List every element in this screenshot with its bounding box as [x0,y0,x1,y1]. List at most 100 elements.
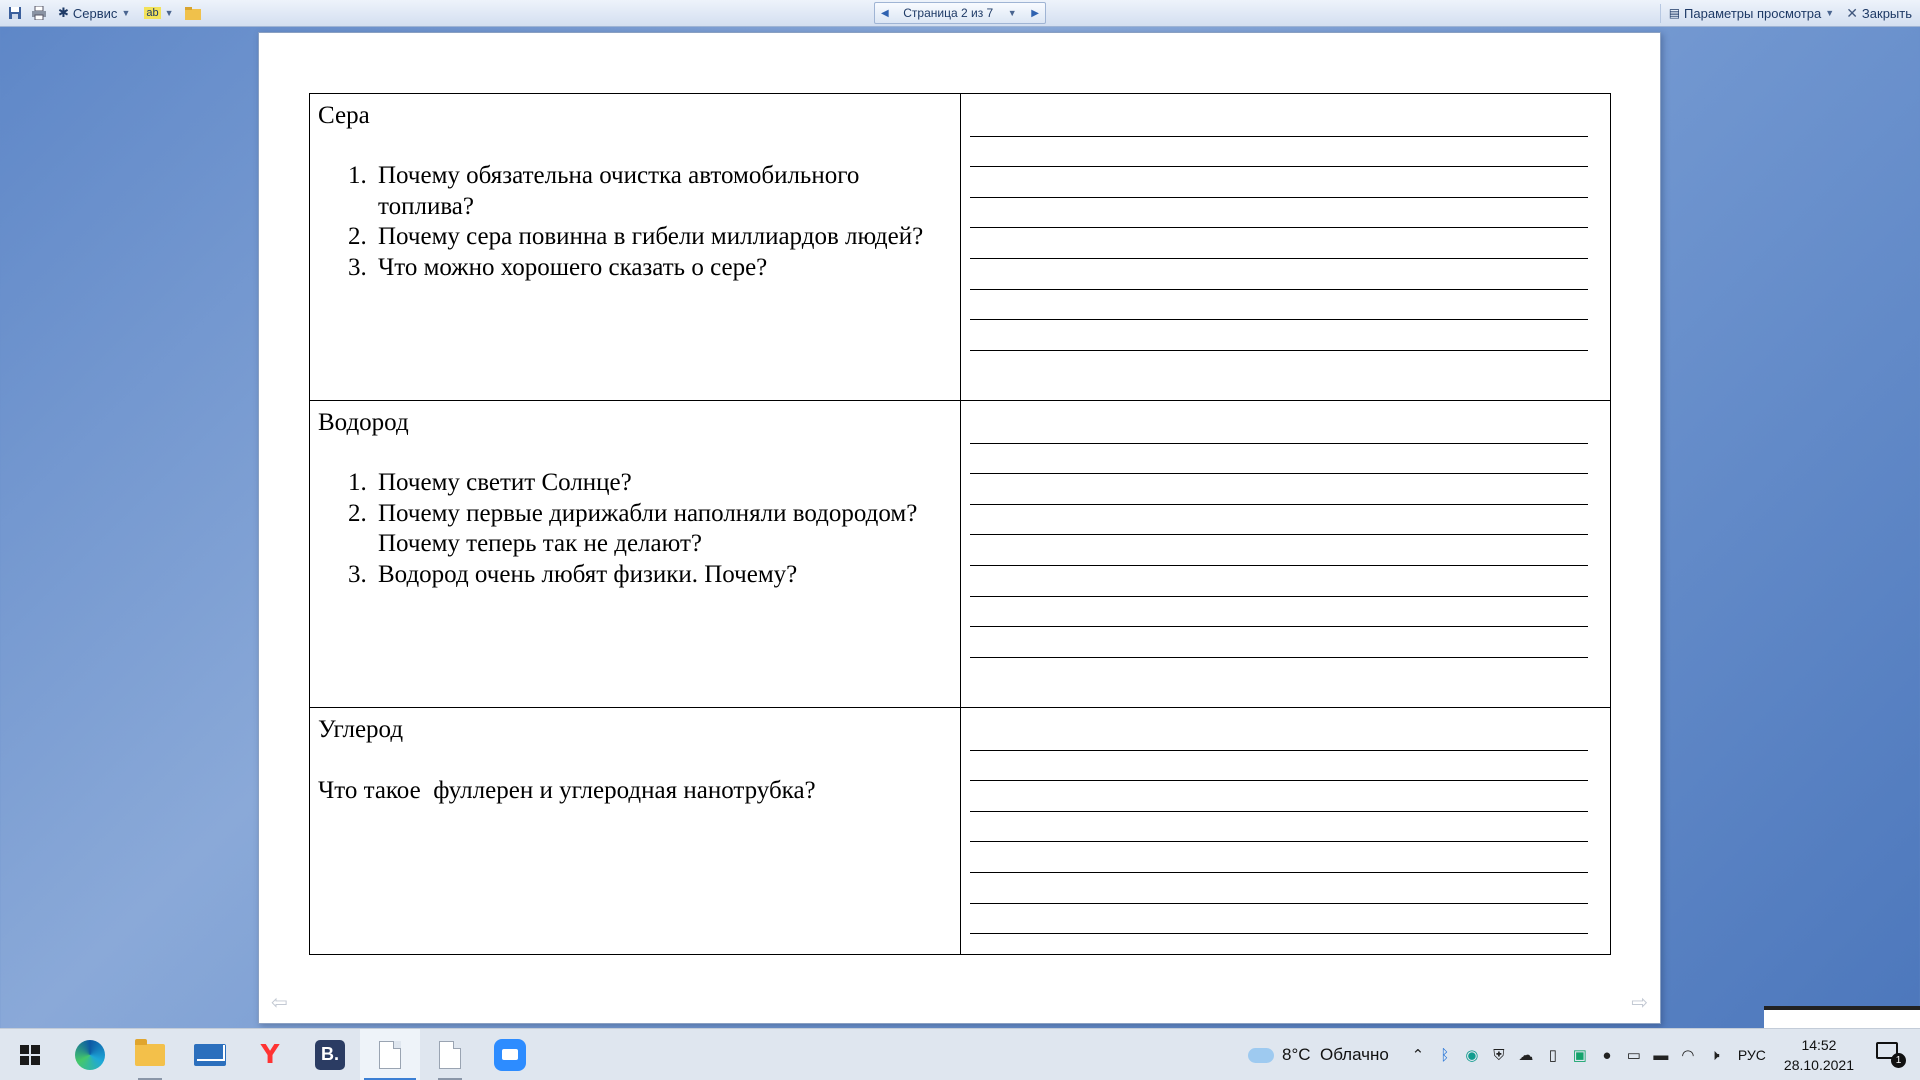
question-text: Почему сера повинна в гибели миллиардов … [378,223,924,250]
list-item: 2. Почему сера повинна в гибели миллиардо… [348,222,952,253]
answer-line[interactable] [970,751,1588,782]
answer-line[interactable] [970,873,1588,904]
previous-page-icon[interactable]: ◀ [881,8,889,19]
next-page-icon[interactable]: ▶ [1031,8,1039,19]
chevron-down-icon: ▼ [164,8,174,18]
save-icon[interactable] [6,4,24,22]
answer-line[interactable] [970,290,1588,321]
taskbar: Y B. 8°C Облачно ⌃ ᛒ ◉ ⛨ ☁ ▯ ▣ ● ▭ ▬ ◠ 🕨… [0,1028,1920,1080]
list-item: 3. Что можно хорошего сказать о сере? [348,253,952,284]
taskbar-yandex[interactable]: Y [240,1029,300,1080]
answer-line[interactable] [970,842,1588,873]
taskbar-zoom[interactable] [480,1029,540,1080]
next-page-arrow-icon[interactable]: ⇨ [1631,990,1648,1015]
list-number: 3. [348,253,367,281]
answer-line[interactable] [970,720,1588,751]
element-name: Сера [318,102,370,129]
app-tray-icon[interactable]: ▣ [1571,1046,1589,1064]
taskbar-document[interactable] [420,1029,480,1080]
answer-line[interactable] [970,781,1588,812]
answer-line[interactable] [970,413,1588,444]
answer-line[interactable] [970,566,1588,597]
browser-tray-icon[interactable]: ◉ [1463,1046,1481,1064]
question-cell[interactable]: Углерод Что такое фуллерен и углеродная … [309,707,961,955]
bluetooth-icon[interactable]: ᛒ [1436,1047,1454,1064]
spelling-icon: ab [144,7,161,19]
chevron-down-icon[interactable]: ▼ [1008,8,1017,18]
answer-cell[interactable] [960,707,1611,955]
close-label: Закрыть [1861,5,1912,21]
answer-line[interactable] [970,167,1588,198]
vb-icon: B. [315,1039,345,1070]
answer-line[interactable] [970,320,1588,351]
wifi-icon[interactable]: ◠ [1679,1046,1697,1064]
answer-cell[interactable] [960,93,1611,401]
table-row: Углерод Что такое фуллерен и углеродная … [309,707,1611,955]
question-cell[interactable]: Водород 1. Почему светит Солнце? 2. Почему… [309,400,961,708]
list-item: 1. Почему обязательна очистка автомобильн… [348,161,952,222]
answer-line[interactable] [970,259,1588,290]
close-icon: ✕ [1846,4,1858,21]
display-icon[interactable]: ▭ [1625,1046,1643,1064]
taskbar-document-active[interactable] [360,1028,420,1080]
taskbar-vb[interactable]: B. [300,1029,360,1080]
close-button[interactable]: ✕ Закрыть [1844,3,1916,24]
tray-popup-edge [1764,1006,1920,1028]
microphone-icon[interactable]: ● [1598,1047,1616,1064]
system-tray: 8°C Облачно ⌃ ᛒ ◉ ⛨ ☁ ▯ ▣ ● ▭ ▬ ◠ 🕨 РУС … [1248,1029,1920,1080]
answer-line[interactable] [970,228,1588,259]
answer-line[interactable] [970,198,1588,229]
answer-lines [970,106,1588,351]
answer-line[interactable] [970,627,1588,658]
answer-line[interactable] [970,444,1588,475]
answer-line[interactable] [970,535,1588,566]
taskbar-edge[interactable] [60,1029,120,1080]
taskbar-file-explorer[interactable] [120,1029,180,1080]
answer-line[interactable] [970,137,1588,168]
answer-line[interactable] [970,812,1588,843]
question-cell[interactable]: Сера 1. Почему обязательна очистка автомо… [309,93,961,401]
mail-icon [194,1043,226,1066]
usb-icon[interactable]: ▯ [1544,1046,1562,1064]
answer-line[interactable] [970,597,1588,628]
answer-cell[interactable] [960,400,1611,708]
previous-page-arrow-icon[interactable]: ⇦ [271,990,288,1015]
service-icon: ✱ [58,5,69,20]
notifications-button[interactable]: 1 [1876,1042,1906,1068]
chevron-down-icon: ▼ [121,8,131,18]
view-options-button[interactable]: ▤ Параметры просмотра ▼ [1659,3,1838,23]
list-number: 3. [348,560,367,588]
page-indicator[interactable]: Страница 2 из 7 [903,6,993,20]
worksheet-table: Сера 1. Почему обязательна очистка автомо… [309,93,1611,955]
security-icon[interactable]: ⛨ [1490,1047,1508,1064]
answer-lines [970,413,1588,658]
answer-line[interactable] [970,106,1588,137]
file-explorer-icon [135,1038,165,1066]
print-icon[interactable] [30,4,48,22]
document-page: Сера 1. Почему обязательна очистка автомо… [258,32,1661,1024]
answer-line[interactable] [970,474,1588,505]
view-options-label: Параметры просмотра [1684,5,1822,21]
start-button[interactable] [0,1029,60,1080]
list-number: 1. [348,162,367,189]
taskbar-mail[interactable] [180,1029,240,1080]
clock[interactable]: 14:52 28.10.2021 [1784,1035,1854,1075]
service-label: Сервис [72,5,118,21]
answer-line[interactable] [970,904,1588,935]
list-number: 1. [348,469,367,496]
folder-icon[interactable] [184,4,202,22]
weather-widget[interactable]: 8°C Облачно [1248,1045,1389,1065]
chevron-up-icon[interactable]: ⌃ [1409,1046,1427,1064]
battery-icon[interactable]: ▬ [1652,1047,1670,1064]
service-menu-button[interactable]: ✱ Сервис ▼ [54,3,134,23]
language-indicator[interactable]: РУС [1738,1047,1766,1063]
windows-start-icon [20,1044,40,1065]
question-text: Водород очень любят физики. Почему? [378,560,798,588]
clock-time: 14:52 [1801,1037,1837,1053]
onedrive-icon[interactable]: ☁ [1517,1046,1535,1064]
answer-line[interactable] [970,505,1588,536]
spelling-button[interactable]: ab ▼ [140,5,177,21]
volume-muted-icon[interactable]: 🕨 [1706,1047,1724,1064]
question-text: Что такое фуллерен и углеродная нанотруб… [318,777,816,804]
reading-view-toolbar: ✱ Сервис ▼ ab ▼ ◀ Страница 2 из 7 ▼ ▶ ▤ … [0,0,1920,27]
